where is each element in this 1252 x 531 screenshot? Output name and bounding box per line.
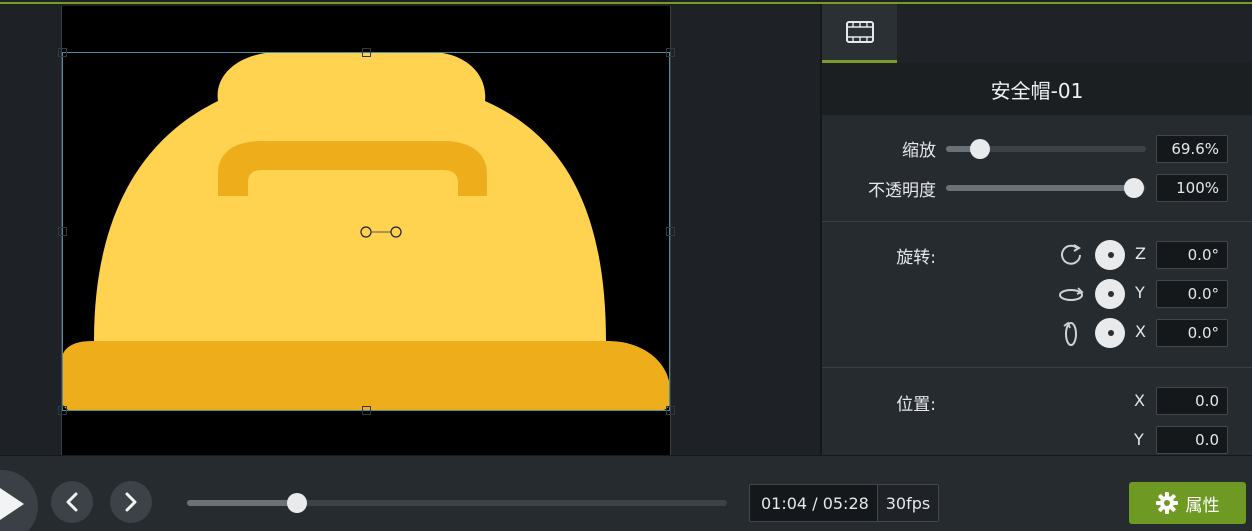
properties-button-label: 属性	[1185, 495, 1220, 516]
resize-handle-top-left[interactable]	[58, 48, 67, 57]
scale-opacity-section: 缩放 69.6% 不透明度 100%	[822, 115, 1252, 222]
rotate-z-axis-label: Z	[1135, 244, 1146, 263]
position-x-value-field[interactable]: 0.0	[1156, 387, 1228, 415]
scrubber-knob[interactable]	[287, 493, 307, 513]
position-y-value-field[interactable]: 0.0	[1156, 426, 1228, 454]
rotate-x-axis-label: X	[1135, 322, 1146, 341]
rotate-z-value-field[interactable]: 0.0°	[1156, 241, 1228, 269]
properties-panel: 安全帽-01 缩放 69.6% 不透明度 100% 旋转: Z 0.0° Y 0…	[820, 4, 1252, 455]
properties-button[interactable]: 属性	[1129, 482, 1246, 524]
rotate-y-icon	[1059, 287, 1084, 301]
scale-slider-knob[interactable]	[970, 139, 990, 159]
canvas-area[interactable]	[0, 4, 820, 455]
rotate-y-knob[interactable]	[1095, 279, 1125, 309]
previous-button[interactable]	[51, 481, 93, 523]
time-display: 01:04 / 05:28 30fps	[749, 484, 939, 522]
clip-title: 安全帽-01	[822, 63, 1252, 115]
resize-handle-top[interactable]	[362, 48, 371, 57]
tab-visual-properties[interactable]	[822, 4, 897, 63]
resize-handle-top-right[interactable]	[666, 48, 675, 57]
resize-handle-bottom-right[interactable]	[666, 406, 675, 415]
timeline-scrubber[interactable]	[187, 493, 727, 513]
opacity-slider-fill	[946, 185, 1136, 191]
rotate-z-icon	[1061, 244, 1081, 265]
rotate-z-knob[interactable]	[1095, 240, 1125, 270]
opacity-slider[interactable]	[946, 178, 1146, 198]
selection-box[interactable]	[62, 52, 670, 411]
rotate-x-knob[interactable]	[1095, 318, 1125, 348]
resize-handle-right[interactable]	[666, 227, 675, 236]
resize-handle-left[interactable]	[58, 227, 67, 236]
current-time: 01:04	[761, 493, 808, 513]
total-time: 05:28	[822, 493, 869, 513]
panel-tabs	[822, 4, 1252, 63]
play-icon	[0, 488, 24, 520]
opacity-value-field[interactable]: 100%	[1156, 174, 1228, 202]
rotate-x-icon	[1063, 321, 1077, 346]
resize-handle-bottom-left[interactable]	[58, 406, 67, 415]
time-separator: /	[812, 493, 818, 513]
scale-value-field[interactable]: 69.6%	[1156, 135, 1228, 163]
position-section: 位置: X 0.0 Y 0.0	[822, 368, 1252, 454]
fps-display: 30fps	[877, 485, 938, 521]
position-y-axis-label: Y	[1134, 430, 1144, 449]
rotation-section: 旋转: Z 0.0° Y 0.0° X 0.0°	[822, 222, 1252, 368]
scrubber-fill	[187, 500, 297, 506]
scale-slider[interactable]	[946, 139, 1146, 159]
gear-icon	[1155, 492, 1178, 514]
film-icon	[845, 21, 874, 43]
rotation-label: 旋转:	[896, 248, 936, 268]
opacity-slider-knob[interactable]	[1124, 178, 1144, 198]
playback-bar: 01:04 / 05:28 30fps 属性	[0, 455, 1252, 531]
scale-label: 缩放	[902, 141, 936, 161]
rotate-x-value-field[interactable]: 0.0°	[1156, 319, 1228, 347]
play-button[interactable]	[0, 470, 38, 531]
rotate-y-axis-label: Y	[1135, 283, 1145, 302]
rotate-y-value-field[interactable]: 0.0°	[1156, 280, 1228, 308]
position-label: 位置:	[896, 395, 936, 415]
resize-handle-bottom[interactable]	[362, 406, 371, 415]
next-button[interactable]	[110, 481, 152, 523]
opacity-label: 不透明度	[868, 181, 936, 201]
chevron-right-icon	[125, 492, 137, 512]
chevron-left-icon	[66, 492, 78, 512]
position-x-axis-label: X	[1134, 391, 1145, 410]
time-readout: 01:04 / 05:28	[750, 494, 877, 513]
